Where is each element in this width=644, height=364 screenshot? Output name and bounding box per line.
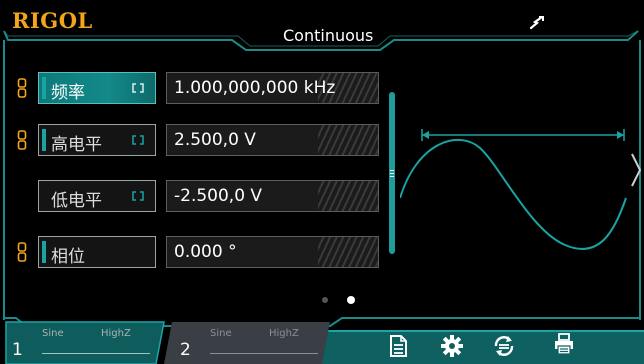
channel-number: 1 [12, 340, 23, 360]
chevron-right-icon[interactable] [630, 150, 642, 190]
param-value-phase[interactable]: 0.000 ° [166, 236, 379, 268]
param-label-frequency[interactable]: 频率 [38, 72, 156, 104]
switch-toggle-icon [132, 135, 144, 145]
page-dot-2[interactable] [347, 296, 355, 304]
switch-toggle-icon [132, 191, 144, 201]
document-icon[interactable] [386, 334, 410, 358]
param-label-high-level[interactable]: 高电平 [38, 124, 156, 156]
link-icon[interactable] [17, 242, 27, 262]
page-dot-1[interactable] [322, 297, 328, 303]
param-value-frequency[interactable]: 1.000,000,000 kHz [166, 72, 379, 104]
param-label-text: 低电平 [51, 191, 102, 211]
param-value-text: 2.500,0 V [174, 130, 256, 150]
channel-waveform: Sine [210, 328, 232, 339]
channel-waveform: Sine [42, 328, 64, 339]
sync-icon[interactable] [492, 334, 516, 358]
channel-number: 2 [180, 340, 191, 360]
gear-icon[interactable] [440, 334, 464, 358]
param-label-phase[interactable]: 相位 [38, 236, 156, 268]
switch-toggle-icon [132, 83, 144, 93]
value-field-stripes [318, 237, 378, 267]
channel-load: HighZ [269, 328, 299, 339]
scroll-grip-icon [390, 170, 394, 177]
run-mode-label: Continuous [283, 26, 374, 45]
channel-load: HighZ [101, 328, 131, 339]
channel-underline [210, 353, 318, 354]
param-label-low-level[interactable]: 低电平 [38, 180, 156, 212]
channel-2-tab[interactable]: 2 Sine HighZ [172, 322, 326, 364]
param-value-high-level[interactable]: 2.500,0 V [166, 124, 379, 156]
sine-wave [400, 139, 627, 250]
selected-marker [42, 129, 46, 151]
waveform-preview [400, 129, 627, 250]
param-value-low-level[interactable]: -2.500,0 V [166, 180, 379, 212]
param-list-scrollbar[interactable] [389, 92, 395, 254]
param-value-text: 0.000 ° [174, 242, 237, 262]
selected-marker [42, 77, 46, 99]
param-value-text: -2.500,0 V [174, 186, 263, 206]
channel-underline [42, 353, 150, 354]
param-label-text: 频率 [51, 83, 85, 103]
link-icon[interactable] [17, 130, 27, 150]
param-label-text: 高电平 [51, 135, 102, 155]
channel-1-tab[interactable]: 1 Sine HighZ [6, 322, 160, 364]
param-label-text: 相位 [51, 247, 85, 267]
value-field-stripes [318, 125, 378, 155]
value-field-stripes [318, 181, 378, 211]
link-icon[interactable] [17, 78, 27, 98]
selected-marker [42, 241, 46, 263]
rigol-logo: RIGOL [12, 8, 93, 33]
param-value-text: 1.000,000,000 kHz [174, 78, 336, 98]
printer-icon[interactable] [552, 332, 576, 356]
remote-link-icon [529, 15, 544, 30]
